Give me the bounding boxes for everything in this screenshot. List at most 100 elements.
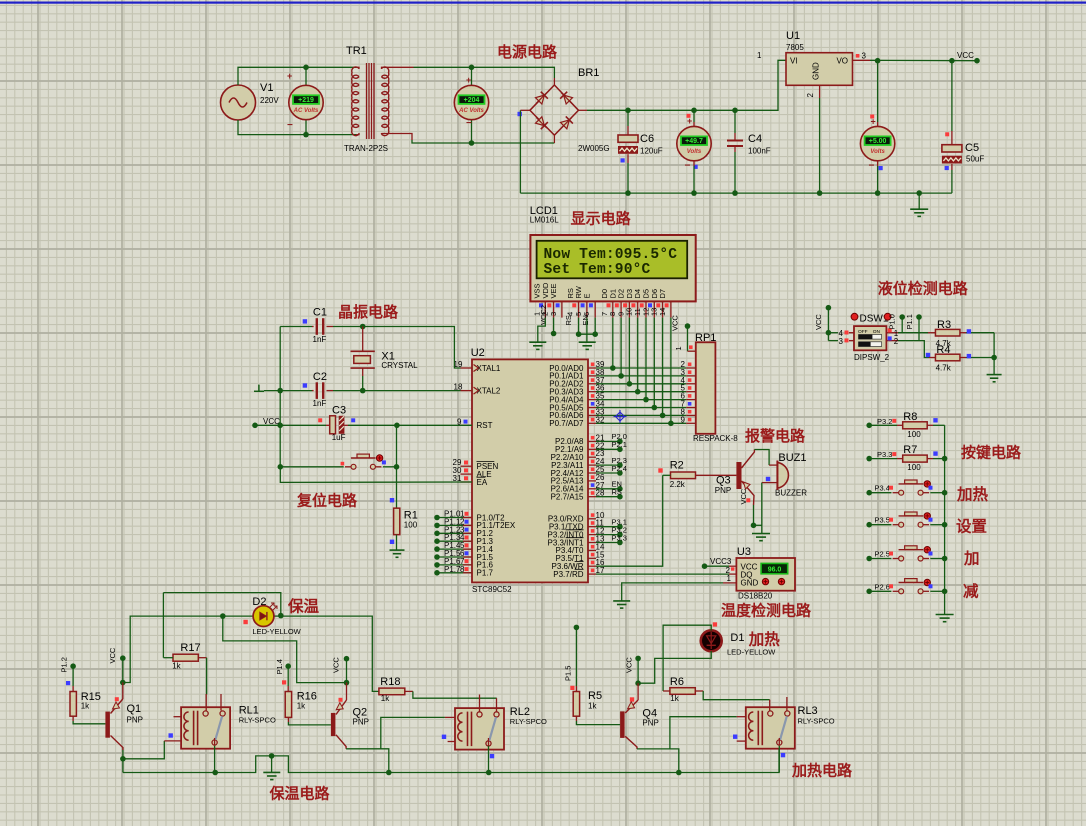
- svg-text:VCC2: VCC2: [539, 305, 548, 325]
- svg-text:LM016L: LM016L: [530, 216, 559, 225]
- svg-text:R3: R3: [937, 319, 951, 331]
- svg-text:RESPACK-8: RESPACK-8: [693, 434, 738, 443]
- svg-text:C1: C1: [313, 307, 327, 319]
- svg-text:P1.7: P1.7: [444, 565, 461, 574]
- svg-text:DIPSW_2: DIPSW_2: [854, 353, 890, 362]
- svg-text:V1: V1: [260, 82, 273, 94]
- svg-text:1k: 1k: [172, 662, 181, 671]
- svg-text:VCC: VCC: [108, 647, 117, 663]
- svg-text:RLY-SPCO: RLY-SPCO: [239, 716, 276, 725]
- svg-text:BUZZER: BUZZER: [775, 489, 807, 498]
- svg-text:R6: R6: [670, 676, 684, 688]
- svg-text:R18: R18: [380, 676, 400, 688]
- svg-text:C3: C3: [332, 405, 346, 417]
- svg-text:设置: 设置: [956, 518, 987, 536]
- svg-text:EN: EN: [581, 315, 590, 325]
- svg-text:P0.7/AD7: P0.7/AD7: [549, 419, 584, 428]
- svg-text:温度检测电路: 温度检测电路: [721, 602, 812, 620]
- svg-text:100: 100: [907, 430, 921, 439]
- svg-text:+: +: [687, 116, 692, 126]
- svg-text:R2: R2: [670, 460, 684, 472]
- svg-text:120uF: 120uF: [640, 147, 663, 156]
- svg-text:复位电路: 复位电路: [296, 492, 358, 510]
- svg-text:VCC3: VCC3: [710, 557, 732, 566]
- svg-text:14: 14: [658, 308, 667, 316]
- svg-text:2W005G: 2W005G: [578, 144, 610, 153]
- svg-text:VCC: VCC: [332, 657, 341, 673]
- svg-text:P3.2: P3.2: [877, 417, 892, 426]
- svg-text:U3: U3: [737, 546, 751, 558]
- svg-text:3: 3: [549, 312, 558, 316]
- svg-text:Volts: Volts: [870, 149, 885, 155]
- svg-text:Q3: Q3: [716, 475, 731, 487]
- svg-text:VCC: VCC: [624, 657, 633, 673]
- svg-text:RST: RST: [477, 421, 493, 430]
- svg-text:按键电路: 按键电路: [961, 444, 1022, 462]
- svg-text:TR1: TR1: [346, 45, 367, 57]
- svg-text:PNP: PNP: [353, 718, 369, 727]
- svg-text:Set Tem:90°C: Set Tem:90°C: [544, 262, 651, 278]
- svg-text:−: −: [466, 118, 472, 129]
- svg-text:XTAL1: XTAL1: [477, 364, 501, 373]
- svg-text:8: 8: [460, 565, 465, 574]
- svg-text:GND: GND: [812, 62, 821, 80]
- svg-text:1: 1: [757, 51, 762, 60]
- svg-text:报警电路: 报警电路: [745, 427, 806, 445]
- svg-text:C6: C6: [640, 133, 654, 145]
- svg-text:Volts: Volts: [687, 149, 702, 155]
- svg-text:P3.3: P3.3: [877, 450, 892, 459]
- svg-text:1k: 1k: [381, 694, 390, 703]
- svg-text:4.7k: 4.7k: [936, 364, 952, 373]
- svg-text:VO: VO: [836, 57, 848, 66]
- svg-text:96.0: 96.0: [768, 567, 782, 574]
- svg-text:P1.0: P1.0: [888, 314, 897, 329]
- svg-text:P1.2: P1.2: [59, 657, 68, 672]
- svg-text:+204: +204: [464, 97, 480, 104]
- svg-text:100nF: 100nF: [748, 147, 771, 156]
- svg-text:CRYSTAL: CRYSTAL: [381, 361, 418, 370]
- svg-text:D7: D7: [658, 289, 667, 299]
- svg-text:1k: 1k: [670, 694, 679, 703]
- svg-text:R17: R17: [180, 642, 200, 654]
- svg-text:RS: RS: [612, 488, 622, 497]
- svg-text:PNP: PNP: [715, 486, 731, 495]
- svg-text:减: 减: [963, 582, 979, 601]
- svg-text:3: 3: [839, 337, 844, 346]
- svg-text:C4: C4: [748, 133, 762, 145]
- svg-text:P2.5: P2.5: [875, 550, 890, 559]
- svg-text:P1.1: P1.1: [905, 314, 914, 329]
- svg-text:100: 100: [907, 463, 921, 472]
- svg-text:E: E: [582, 293, 591, 298]
- svg-text:RLY-SPCO: RLY-SPCO: [798, 717, 835, 726]
- svg-text:VI: VI: [790, 57, 798, 66]
- svg-text:220V: 220V: [260, 96, 279, 105]
- svg-text:1uF: 1uF: [332, 433, 346, 442]
- svg-text:−: −: [685, 161, 691, 172]
- svg-text:R8: R8: [903, 411, 917, 423]
- svg-text:LED-YELLOW: LED-YELLOW: [252, 627, 301, 636]
- svg-text:XTAL2: XTAL2: [477, 386, 501, 395]
- svg-text:电源电路: 电源电路: [497, 43, 558, 61]
- svg-text:PNP: PNP: [127, 716, 143, 725]
- svg-text:C2: C2: [313, 371, 327, 383]
- svg-text:PNP: PNP: [642, 719, 658, 728]
- svg-text:BR1: BR1: [578, 67, 599, 79]
- svg-text:P1.4: P1.4: [275, 659, 284, 674]
- svg-text:P2.7/A15: P2.7/A15: [551, 493, 584, 502]
- svg-text:+219: +219: [298, 97, 314, 104]
- svg-text:U1: U1: [786, 30, 800, 42]
- svg-text:2: 2: [894, 337, 899, 346]
- svg-text:−: −: [287, 120, 293, 131]
- svg-text:RS: RS: [564, 315, 573, 325]
- svg-text:50uF: 50uF: [966, 155, 984, 164]
- svg-text:BUZ1: BUZ1: [778, 452, 806, 464]
- svg-text:−: −: [869, 161, 875, 172]
- svg-text:1nF: 1nF: [313, 335, 327, 344]
- svg-text:9: 9: [681, 415, 686, 424]
- svg-text:加: 加: [963, 550, 980, 568]
- svg-text:保温: 保温: [287, 597, 320, 616]
- svg-text:P1.7: P1.7: [477, 569, 494, 578]
- svg-text:Q1: Q1: [127, 703, 142, 715]
- svg-text:1k: 1k: [588, 702, 597, 711]
- svg-text:VCC: VCC: [671, 315, 680, 331]
